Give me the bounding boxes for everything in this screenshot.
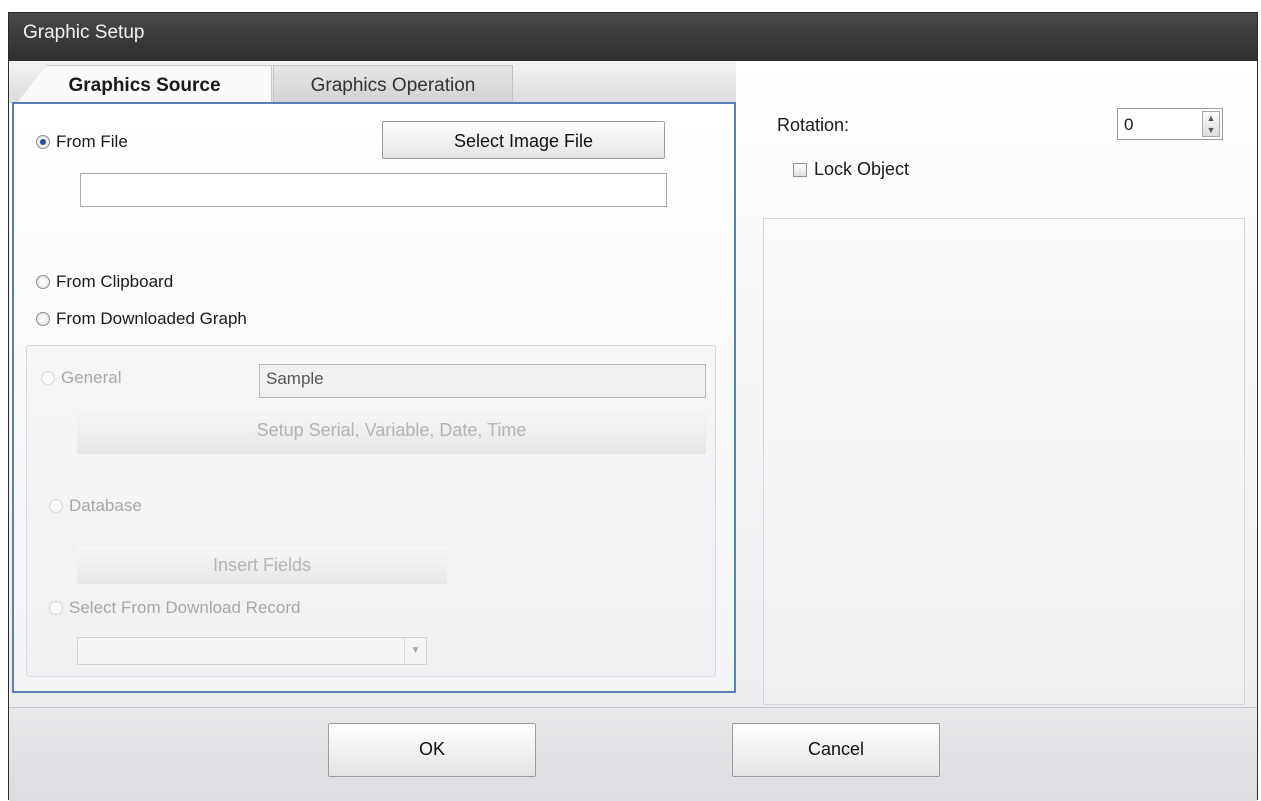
lock-object-label: Lock Object (814, 159, 910, 179)
radio-unselected-icon (36, 275, 50, 289)
file-path-input[interactable] (80, 173, 667, 207)
spin-down-icon[interactable]: ▼ (1203, 124, 1219, 136)
properties-pane: Rotation: 0 ▲ ▼ Lock Object (745, 61, 1259, 721)
graphic-preview-area (763, 218, 1245, 705)
download-record-dropdown[interactable]: ▼ (77, 637, 427, 665)
tab-graphics-operation[interactable]: Graphics Operation (273, 65, 513, 103)
select-image-file-button[interactable]: Select Image File (382, 121, 665, 159)
ok-button[interactable]: OK (328, 723, 536, 777)
checkbox-icon[interactable] (793, 162, 807, 177)
radio-disabled-icon (41, 371, 55, 385)
dropdown-arrow-icon[interactable]: ▼ (404, 638, 426, 664)
rotation-spinner[interactable]: 0 ▲ ▼ (1117, 108, 1223, 140)
lock-object-checkbox[interactable]: Lock Object (793, 159, 909, 180)
from-clipboard-label: From Clipboard (56, 272, 174, 291)
rotation-label: Rotation: (777, 115, 850, 135)
general-radio[interactable]: General (41, 368, 121, 388)
dialog-body: Graphics Source Graphics Operation From … (9, 61, 1257, 801)
select-record-label: Select From Download Record (69, 598, 301, 617)
cancel-button[interactable]: Cancel (732, 723, 940, 777)
from-file-label: From File (56, 132, 128, 151)
from-file-radio[interactable]: From File (36, 132, 128, 152)
dialog-footer: OK Cancel (9, 707, 1257, 801)
radio-disabled-icon (49, 601, 63, 615)
dialog-title: Graphic Setup (9, 13, 1257, 61)
spin-up-icon[interactable]: ▲ (1203, 112, 1219, 124)
from-clipboard-radio[interactable]: From Clipboard (36, 272, 173, 292)
database-radio[interactable]: Database (49, 496, 142, 516)
tab-graphics-source[interactable]: Graphics Source (17, 65, 272, 103)
insert-fields-button[interactable]: Insert Fields (77, 546, 447, 584)
tab-strip: Graphics Source Graphics Operation (9, 61, 736, 103)
from-downloaded-graph-radio[interactable]: From Downloaded Graph (36, 309, 247, 329)
graphic-setup-dialog: Graphic Setup Graphics Source Graphics O… (8, 12, 1258, 801)
setup-serial-variable-button[interactable]: Setup Serial, Variable, Date, Time (77, 408, 706, 454)
radio-disabled-icon (49, 499, 63, 513)
from-downloaded-graph-label: From Downloaded Graph (56, 309, 247, 328)
spinner-arrows[interactable]: ▲ ▼ (1202, 111, 1220, 137)
downloaded-graph-group: General Sample Setup Serial, Variable, D… (26, 345, 716, 677)
rotation-value[interactable]: 0 (1124, 115, 1133, 135)
graphics-source-panel: From File Select Image File From Clipboa… (12, 102, 736, 693)
general-value-field[interactable]: Sample (259, 364, 706, 398)
radio-unselected-icon (36, 312, 50, 326)
database-label: Database (69, 496, 142, 515)
general-label: General (61, 368, 122, 387)
select-from-download-record-radio[interactable]: Select From Download Record (49, 598, 300, 618)
radio-selected-icon (36, 135, 50, 149)
